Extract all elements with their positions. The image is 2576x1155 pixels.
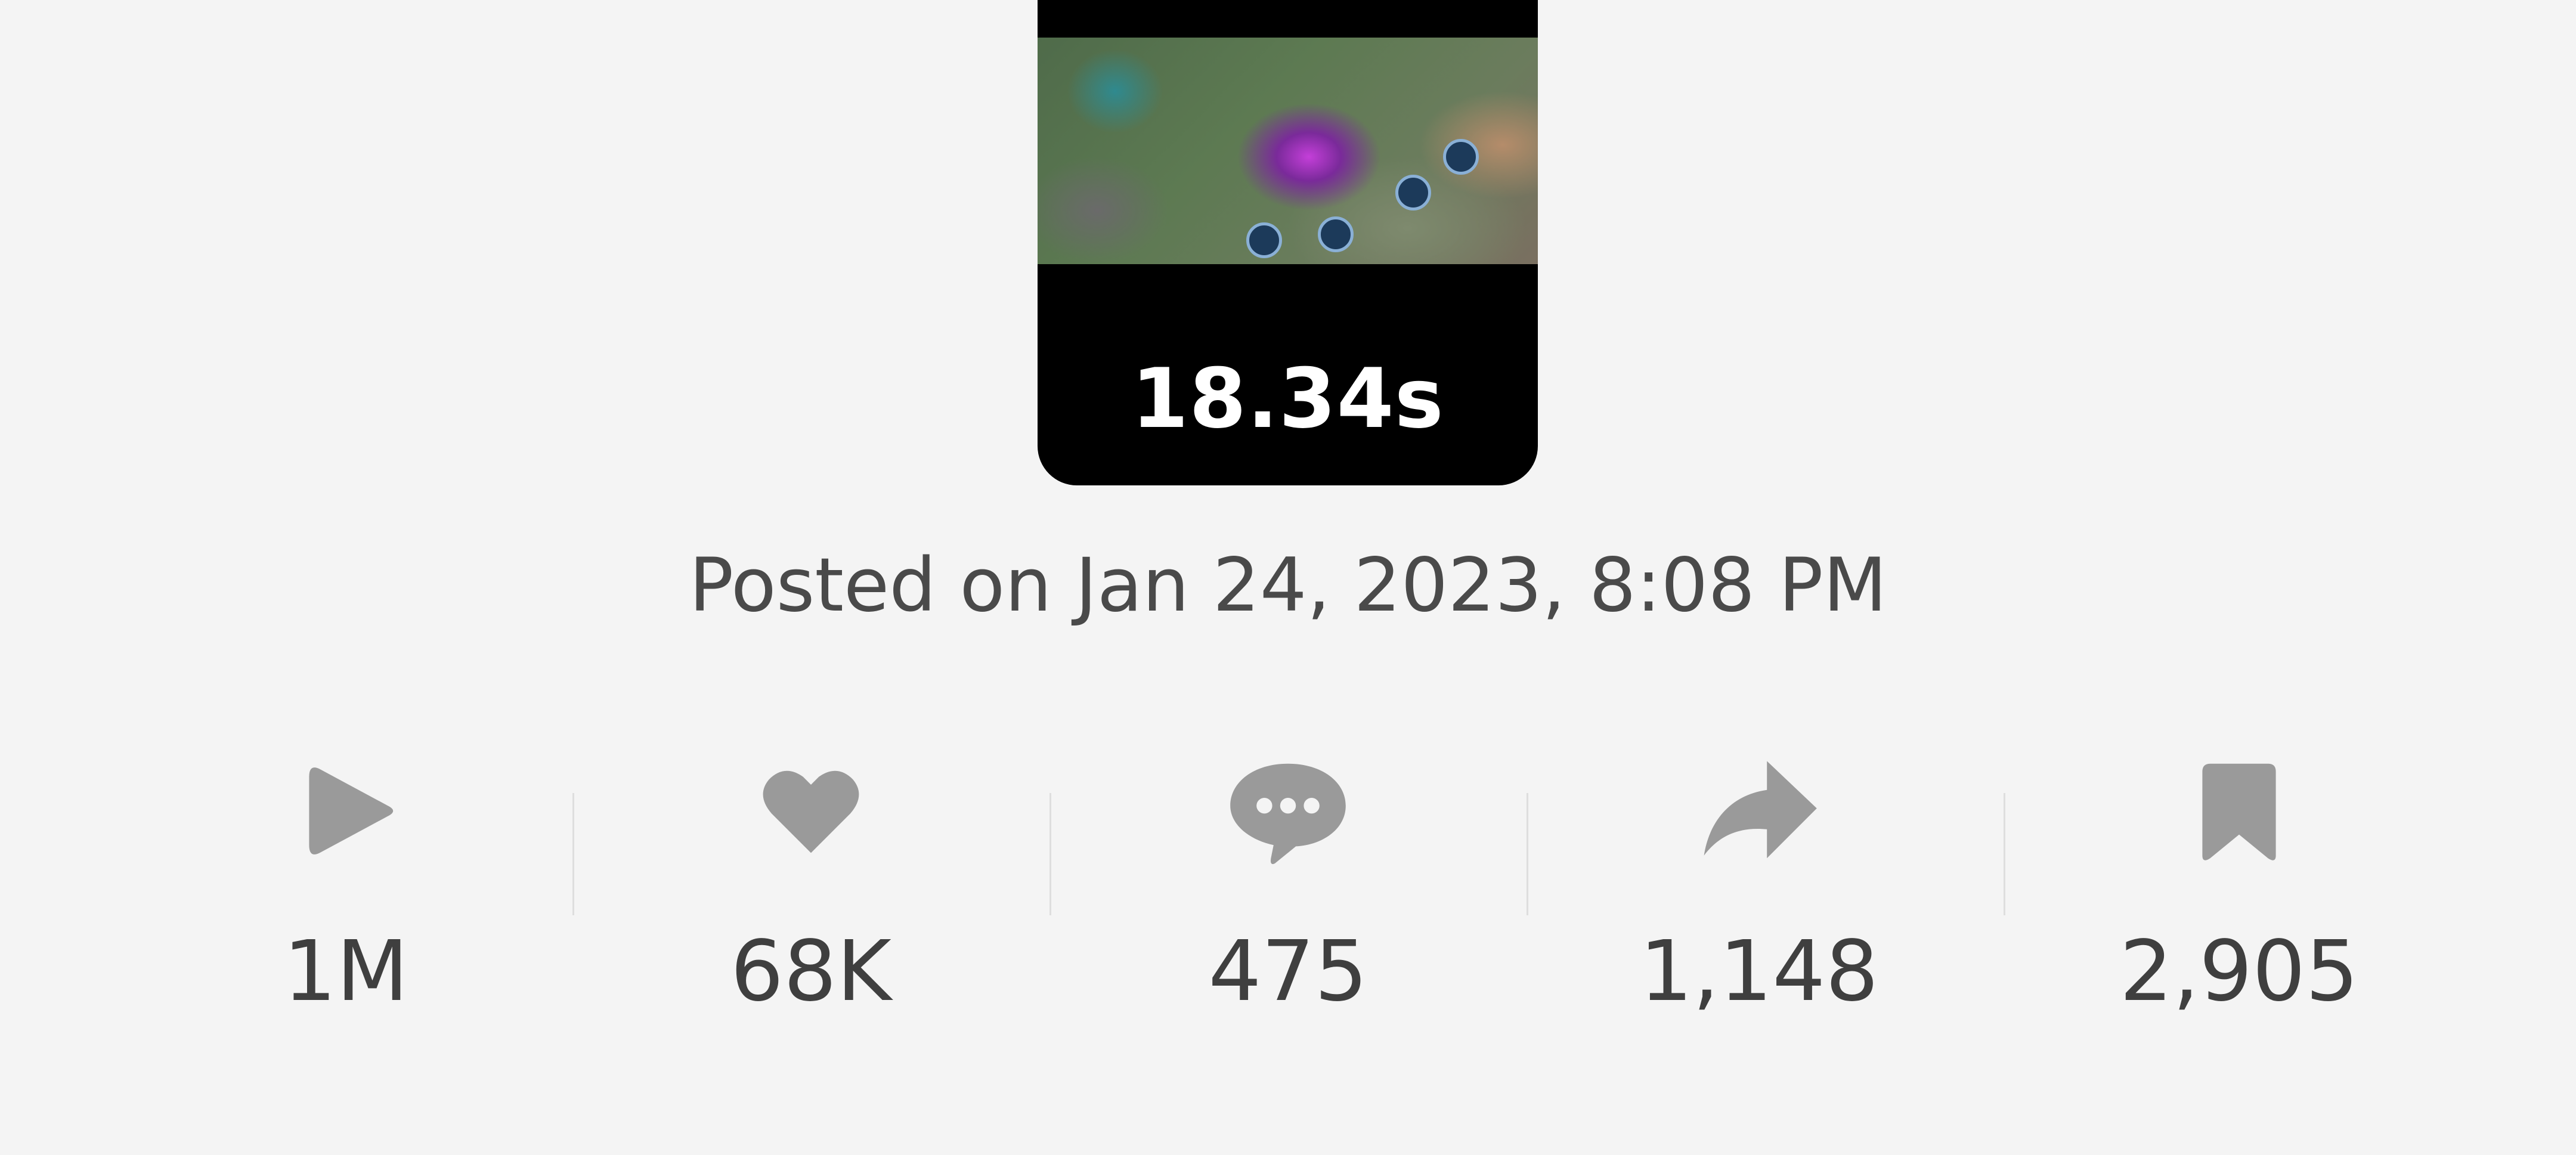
stats-bar: 1M 68K 475 1,148 2,905: [0, 733, 2576, 1043]
stat-shares[interactable]: 1,148: [1610, 733, 1908, 1043]
stat-shares-count: 1,148: [1639, 923, 1879, 1020]
stat-views-count: 1M: [283, 923, 408, 1020]
bookmark-icon: [2202, 763, 2276, 860]
video-thumbnail-image: [1038, 38, 1538, 264]
stat-divider: [1049, 793, 1051, 915]
stat-divider: [2004, 793, 2005, 915]
stat-views[interactable]: 1M: [197, 733, 495, 1043]
stat-likes-count: 68K: [730, 923, 891, 1020]
stat-saves-count: 2,905: [2119, 923, 2359, 1020]
stat-saves[interactable]: 2,905: [2090, 733, 2388, 1043]
comment-icon: [1230, 763, 1346, 865]
stat-divider: [1527, 793, 1528, 915]
play-icon: [309, 767, 394, 854]
heart-icon: [763, 770, 859, 853]
posted-date: Posted on Jan 24, 2023, 8:08 PM: [689, 543, 1887, 628]
video-duration: 18.34s: [1131, 351, 1444, 447]
stat-likes[interactable]: 68K: [662, 733, 960, 1043]
video-thumbnail-card[interactable]: 18.34s: [1038, 0, 1538, 485]
stat-divider: [572, 793, 574, 915]
share-icon: [1704, 761, 1817, 859]
stat-comments-count: 475: [1208, 923, 1368, 1020]
stat-comments[interactable]: 475: [1139, 733, 1437, 1043]
